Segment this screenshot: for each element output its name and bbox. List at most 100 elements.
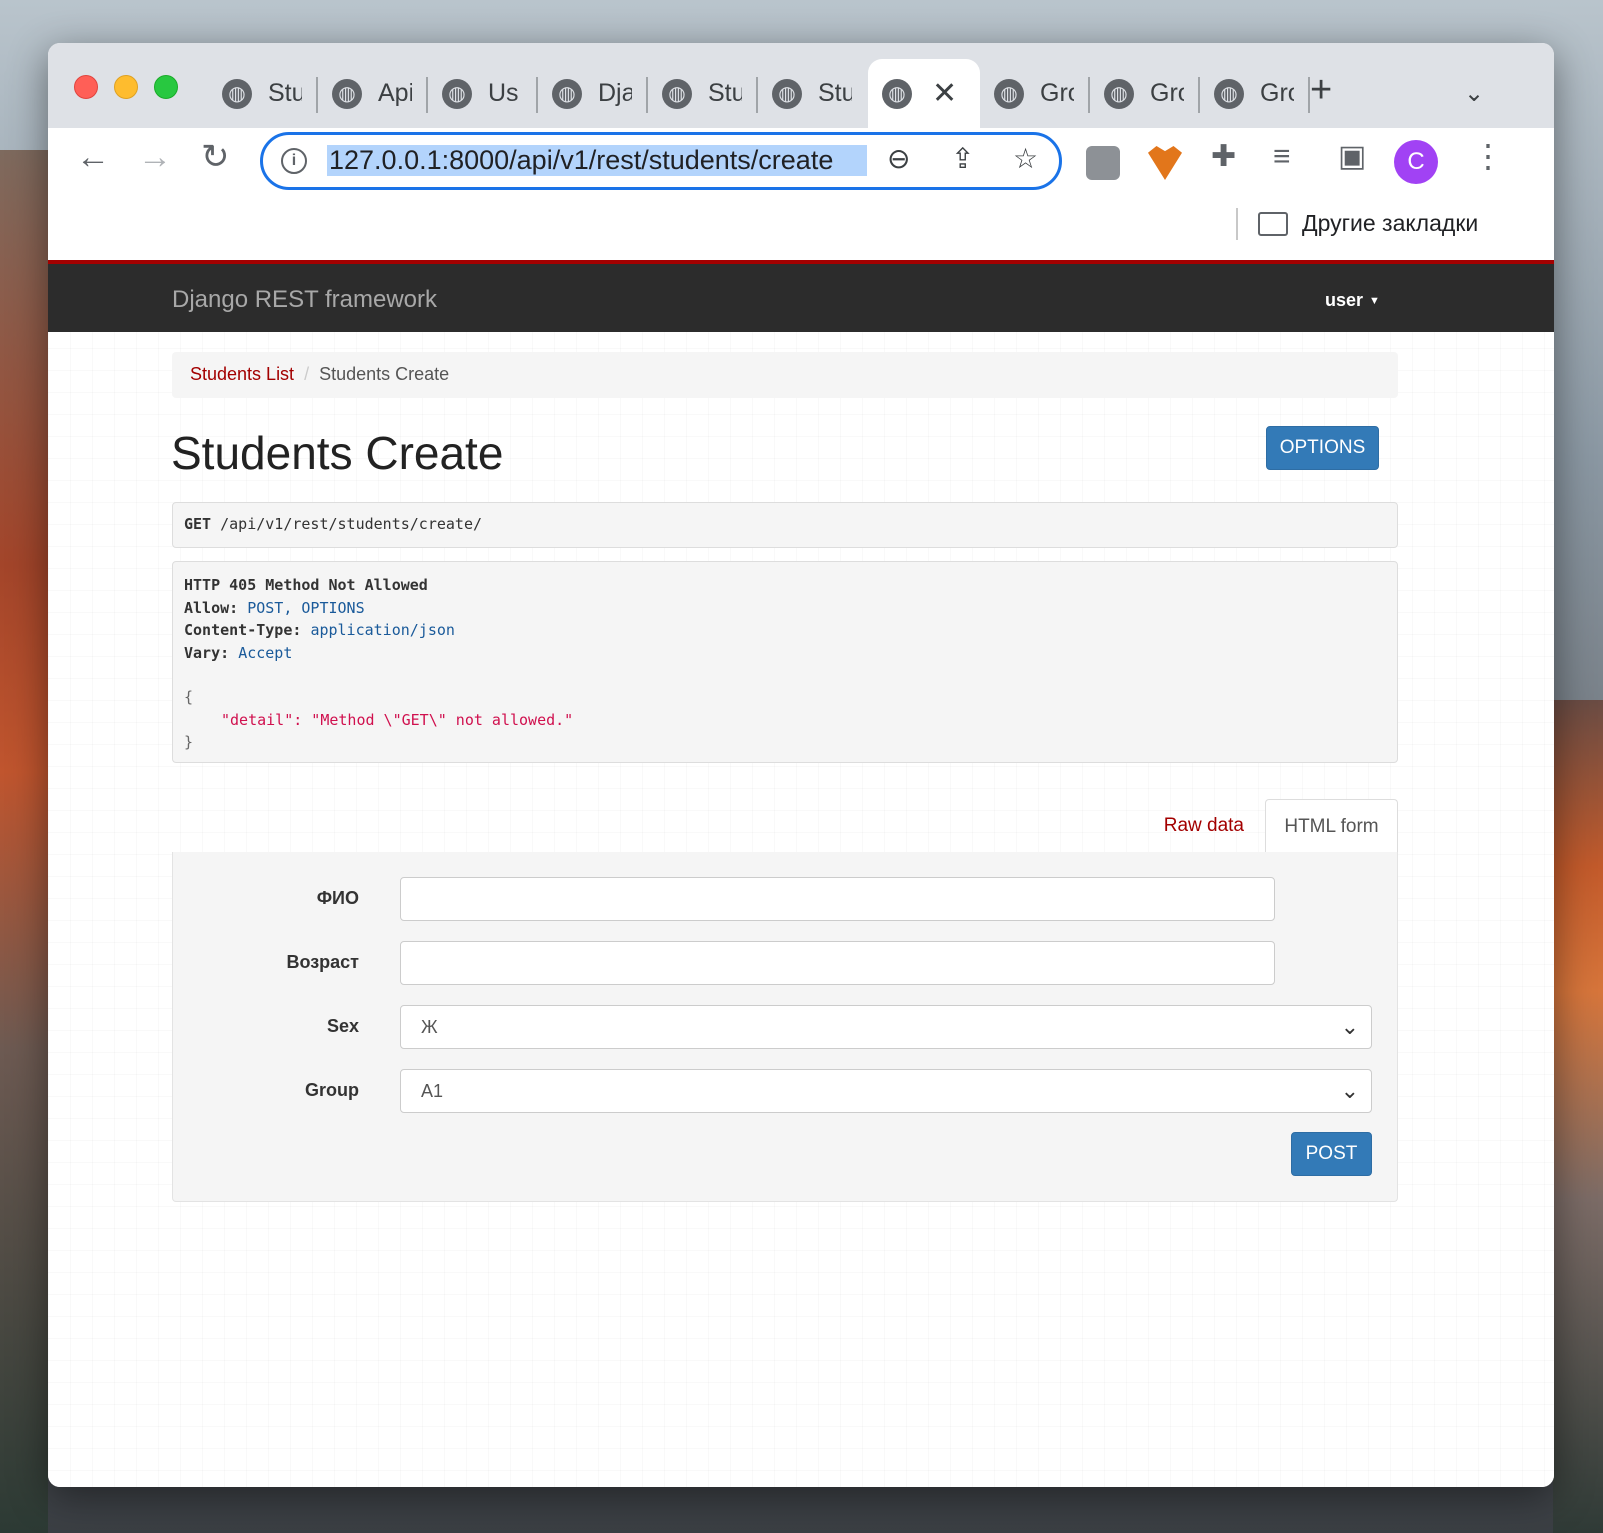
browser-tab-active[interactable]: ◍ ✕	[868, 59, 980, 128]
globe-icon: ◍	[222, 78, 252, 109]
browser-tab[interactable]: ◍ Gro	[980, 59, 1090, 128]
request-path: /api/v1/rest/students/create/	[220, 515, 483, 533]
browser-toolbar: ← → ↻ i 127.0.0.1:8000/api/v1/rest/stude…	[48, 128, 1554, 198]
browser-window: ◍ Stu ◍ Api ◍ Us ◍ Dja ◍ Stu ◍ Stu ◍ ✕ ◍…	[48, 43, 1554, 1487]
fio-input[interactable]	[400, 877, 1275, 921]
tab-strip: ◍ Stu ◍ Api ◍ Us ◍ Dja ◍ Stu ◍ Stu ◍ ✕ ◍…	[48, 43, 1554, 128]
page-title: Students Create	[171, 427, 504, 479]
group-select[interactable]: A1 ⌄	[400, 1069, 1372, 1113]
sex-select[interactable]: Ж ⌄	[400, 1005, 1372, 1049]
user-dropdown[interactable]: user ▼	[1325, 290, 1380, 311]
tab-raw-data[interactable]: Raw data	[1164, 815, 1244, 837]
tab-title: Stu	[818, 79, 852, 107]
breadcrumb: Students List / Students Create	[172, 352, 1398, 398]
json-open-brace: {	[184, 688, 194, 706]
breadcrumb-current: Students Create	[319, 364, 450, 384]
form-tabs: Raw data HTML form	[172, 799, 1398, 854]
globe-icon: ◍	[662, 78, 692, 109]
group-selected-value: A1	[421, 1080, 444, 1101]
age-input[interactable]	[400, 941, 1275, 985]
globe-icon: ◍	[1104, 78, 1134, 109]
breadcrumb-students-list[interactable]: Students List	[190, 364, 294, 384]
media-queue-icon[interactable]: ≡	[1273, 142, 1291, 172]
breadcrumb-separator: /	[304, 364, 310, 384]
url-text[interactable]: 127.0.0.1:8000/api/v1/rest/students/crea…	[327, 145, 867, 176]
close-tab-icon[interactable]: ✕	[932, 76, 957, 111]
browser-tab[interactable]: ◍ Stu	[758, 59, 868, 128]
options-button[interactable]: OPTIONS	[1266, 426, 1379, 470]
browser-tab[interactable]: ◍ Us	[428, 59, 538, 128]
extensions-puzzle-icon[interactable]: ✚	[1211, 142, 1236, 172]
browser-tab[interactable]: ◍ Api	[318, 59, 428, 128]
tab-search-chevron-icon[interactable]: ⌄	[1464, 79, 1484, 108]
globe-icon: ◍	[994, 78, 1024, 109]
more-menu-icon[interactable]: ⋮	[1472, 140, 1504, 172]
tab-title: Api	[378, 79, 412, 107]
globe-icon: ◍	[332, 78, 362, 109]
tab-title: Us	[488, 79, 519, 107]
touch-extension-icon[interactable]	[1086, 146, 1120, 180]
request-info: GET /api/v1/rest/students/create/	[172, 502, 1398, 548]
globe-icon: ◍	[442, 78, 472, 109]
tab-list: ◍ Stu ◍ Api ◍ Us ◍ Dja ◍ Stu ◍ Stu ◍ ✕ ◍…	[208, 59, 1310, 128]
response-header: Content-Type: application/json	[184, 621, 455, 639]
tab-html-form[interactable]: HTML form	[1265, 799, 1398, 854]
response-header: Allow: POST, OPTIONS	[184, 598, 365, 617]
response-info: HTTP 405 Method Not Allowed Allow: POST,…	[172, 561, 1398, 763]
tab-title: Dja	[598, 79, 632, 107]
request-method: GET	[184, 515, 212, 533]
response-status: HTTP 405 Method Not Allowed	[184, 576, 428, 594]
back-arrow-icon[interactable]: ←	[76, 140, 110, 174]
sex-selected-value: Ж	[421, 1016, 438, 1037]
zoom-window-button[interactable]	[154, 75, 178, 99]
reload-icon[interactable]: ↻	[201, 140, 230, 174]
response-spacer	[184, 664, 1386, 686]
globe-icon: ◍	[882, 78, 912, 109]
profile-avatar[interactable]: C	[1394, 140, 1438, 184]
navbar-brand[interactable]: Django REST framework	[172, 286, 437, 314]
globe-icon: ◍	[552, 78, 582, 109]
tab-title: Gro	[1150, 79, 1184, 107]
caret-down-icon: ▼	[1369, 295, 1380, 308]
globe-icon: ◍	[772, 78, 802, 109]
metamask-fox-icon[interactable]	[1148, 146, 1182, 180]
json-close-brace: }	[184, 733, 194, 751]
desktop-wallpaper-left	[0, 150, 48, 1533]
drf-navbar: Django REST framework user ▼	[48, 260, 1554, 332]
json-detail-line: "detail": "Method \"GET\" not allowed."	[221, 710, 574, 729]
other-bookmarks-folder[interactable]: Другие закладки	[1302, 210, 1478, 237]
share-icon[interactable]: ⇪	[951, 145, 974, 173]
desktop-wallpaper-right	[1553, 700, 1603, 1533]
bookmarks-divider	[1236, 208, 1238, 240]
site-info-icon[interactable]: i	[281, 148, 307, 174]
bookmarks-bar: Другие закладки	[48, 198, 1554, 260]
forward-arrow-icon[interactable]: →	[138, 140, 172, 174]
sex-label: Sex	[326, 1016, 359, 1036]
browser-tab[interactable]: ◍ Gro	[1090, 59, 1200, 128]
tab-title: Stu	[708, 79, 742, 107]
address-bar[interactable]: i 127.0.0.1:8000/api/v1/rest/students/cr…	[260, 132, 1062, 190]
browser-tab[interactable]: ◍ Stu	[208, 59, 318, 128]
response-header: Vary: Accept	[184, 643, 293, 662]
folder-icon	[1258, 212, 1288, 236]
bookmark-star-icon[interactable]: ☆	[1013, 145, 1038, 173]
tab-title: Gro	[1260, 79, 1294, 107]
post-button[interactable]: POST	[1291, 1132, 1372, 1176]
group-label: Group	[305, 1080, 359, 1100]
tab-title: Gro	[1040, 79, 1074, 107]
browser-tab[interactable]: ◍ Stu	[648, 59, 758, 128]
chevron-down-icon: ⌄	[1340, 1014, 1359, 1039]
age-label: Возраст	[286, 952, 359, 972]
globe-icon: ◍	[1214, 78, 1244, 109]
tab-title: Stu	[268, 79, 302, 107]
side-panel-icon[interactable]: ▣	[1338, 142, 1366, 172]
web-page: Django REST framework user ▼ Students Lis…	[48, 260, 1554, 1487]
browser-tab[interactable]: ◍ Dja	[538, 59, 648, 128]
browser-tab[interactable]: ◍ Gro	[1200, 59, 1310, 128]
new-tab-button[interactable]: +	[1310, 71, 1332, 109]
minimize-window-button[interactable]	[114, 75, 138, 99]
user-name: user	[1325, 290, 1364, 310]
html-form: ФИО Возраст Sex Ж ⌄ Group A1 ⌄ POST	[172, 852, 1398, 1202]
close-window-button[interactable]	[74, 75, 98, 99]
zoom-out-icon[interactable]: ⊖	[887, 145, 910, 173]
